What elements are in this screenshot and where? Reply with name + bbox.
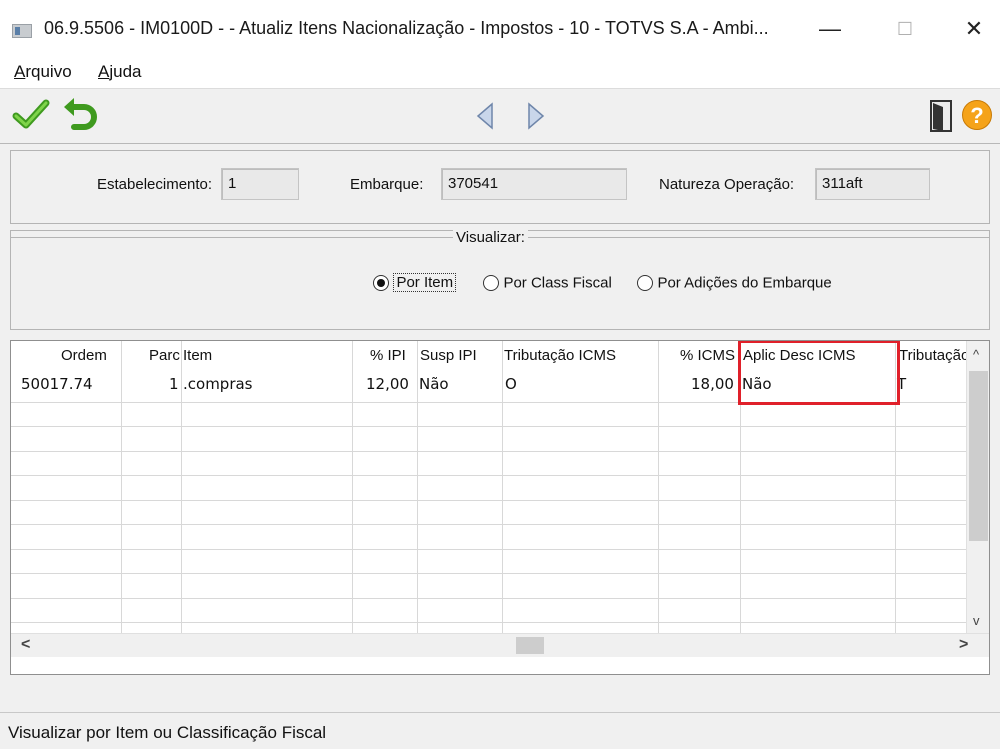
radio-por-adicoes[interactable]: Por Adições do Embarque (637, 274, 832, 292)
cell-ipi[interactable]: 12,00 (366, 375, 409, 393)
menu-bar: Arquivo Ajuda (0, 58, 1000, 88)
col-header-icms[interactable]: % ICMS (680, 347, 735, 364)
row-separator (11, 549, 966, 550)
col-header-item[interactable]: Item (183, 347, 212, 364)
scroll-left-icon[interactable]: < (21, 636, 30, 654)
natureza-operacao-field[interactable]: 311aft (815, 168, 930, 200)
app-icon (12, 24, 32, 38)
col-header-parc[interactable]: Parc (149, 347, 180, 364)
check-icon[interactable] (12, 97, 50, 133)
row-separator (11, 500, 966, 501)
prev-arrow-icon[interactable] (474, 101, 496, 131)
scroll-up-icon[interactable]: ^ (973, 347, 979, 362)
col-separator (121, 341, 122, 633)
menu-arquivo[interactable]: Arquivo (14, 62, 72, 82)
status-bar: Visualizar por Item ou Classificação Fis… (0, 712, 1000, 749)
status-text: Visualizar por Item ou Classificação Fis… (8, 723, 327, 742)
title-bar: 06.9.5506 - IM0100D - - Atualiz Itens Na… (0, 0, 1000, 58)
radio-por-item[interactable]: Por Item (373, 273, 457, 293)
col-header-tributacao[interactable]: Tributação (899, 347, 969, 364)
estabelecimento-label: Estabelecimento: (97, 176, 213, 193)
row-separator (11, 622, 966, 623)
help-icon[interactable]: ? (962, 100, 992, 130)
menu-ajuda[interactable]: Ajuda (98, 62, 141, 82)
row-separator (11, 426, 966, 427)
close-button[interactable]: ✕ (944, 12, 1000, 46)
estabelecimento-field[interactable]: 1 (221, 168, 299, 200)
maximize-button[interactable]: ☐ (875, 12, 935, 46)
cell-ordem[interactable]: 50017.74 (21, 375, 93, 393)
vertical-scrollbar[interactable]: ^ v (966, 341, 989, 633)
row-separator (11, 524, 966, 525)
natureza-operacao-label: Natureza Operação: (659, 176, 795, 193)
col-header-ordem[interactable]: Ordem (61, 347, 107, 364)
col-separator (502, 341, 503, 633)
col-header-tributacao-icms[interactable]: Tributação ICMS (504, 347, 616, 364)
visualizar-panel: Visualizar: Por Item Por Class Fiscal Po… (10, 229, 990, 330)
col-header-ipi[interactable]: % IPI (370, 347, 406, 364)
horizontal-scroll-thumb[interactable] (516, 637, 544, 654)
row-separator (11, 573, 966, 574)
cell-item[interactable]: .compras (183, 375, 253, 393)
cell-icms[interactable]: 18,00 (691, 375, 734, 393)
col-separator (658, 341, 659, 633)
cell-susp-ipi[interactable]: Não (419, 375, 449, 393)
horizontal-scrollbar[interactable]: < > (11, 633, 989, 657)
col-separator (181, 341, 182, 633)
radio-unselected-icon (637, 274, 653, 291)
cell-tributacao-icms[interactable]: O (505, 375, 517, 393)
next-arrow-icon[interactable] (525, 101, 547, 131)
undo-icon[interactable] (60, 95, 100, 135)
radio-por-class-fiscal[interactable]: Por Class Fiscal (483, 274, 612, 292)
window-title: 06.9.5506 - IM0100D - - Atualiz Itens Na… (44, 18, 769, 38)
radio-unselected-icon (483, 274, 499, 291)
scroll-down-icon[interactable]: v (973, 613, 980, 628)
embarque-field[interactable]: 370541 (441, 168, 627, 200)
row-separator (11, 598, 966, 599)
row-separator (11, 475, 966, 476)
items-grid[interactable]: Ordem Parc Item % IPI Susp IPI Tributaçã… (10, 340, 990, 675)
minimize-button[interactable]: — (800, 12, 860, 46)
scroll-right-icon[interactable]: > (959, 636, 968, 654)
visualizar-legend: Visualizar: (453, 229, 528, 246)
cell-parc[interactable]: 1 (169, 375, 179, 393)
exit-door-icon[interactable] (928, 99, 954, 133)
toolbar: ? (0, 88, 1000, 144)
header-panel: Estabelecimento: 1 Embarque: 370541 Natu… (10, 150, 990, 224)
highlight-box (738, 341, 900, 405)
radio-selected-icon (373, 274, 389, 291)
col-header-susp-ipi[interactable]: Susp IPI (420, 347, 477, 364)
vertical-scroll-thumb[interactable] (969, 371, 988, 541)
embarque-label: Embarque: (350, 176, 424, 193)
col-separator (352, 341, 353, 633)
col-separator (417, 341, 418, 633)
row-separator (11, 451, 966, 452)
